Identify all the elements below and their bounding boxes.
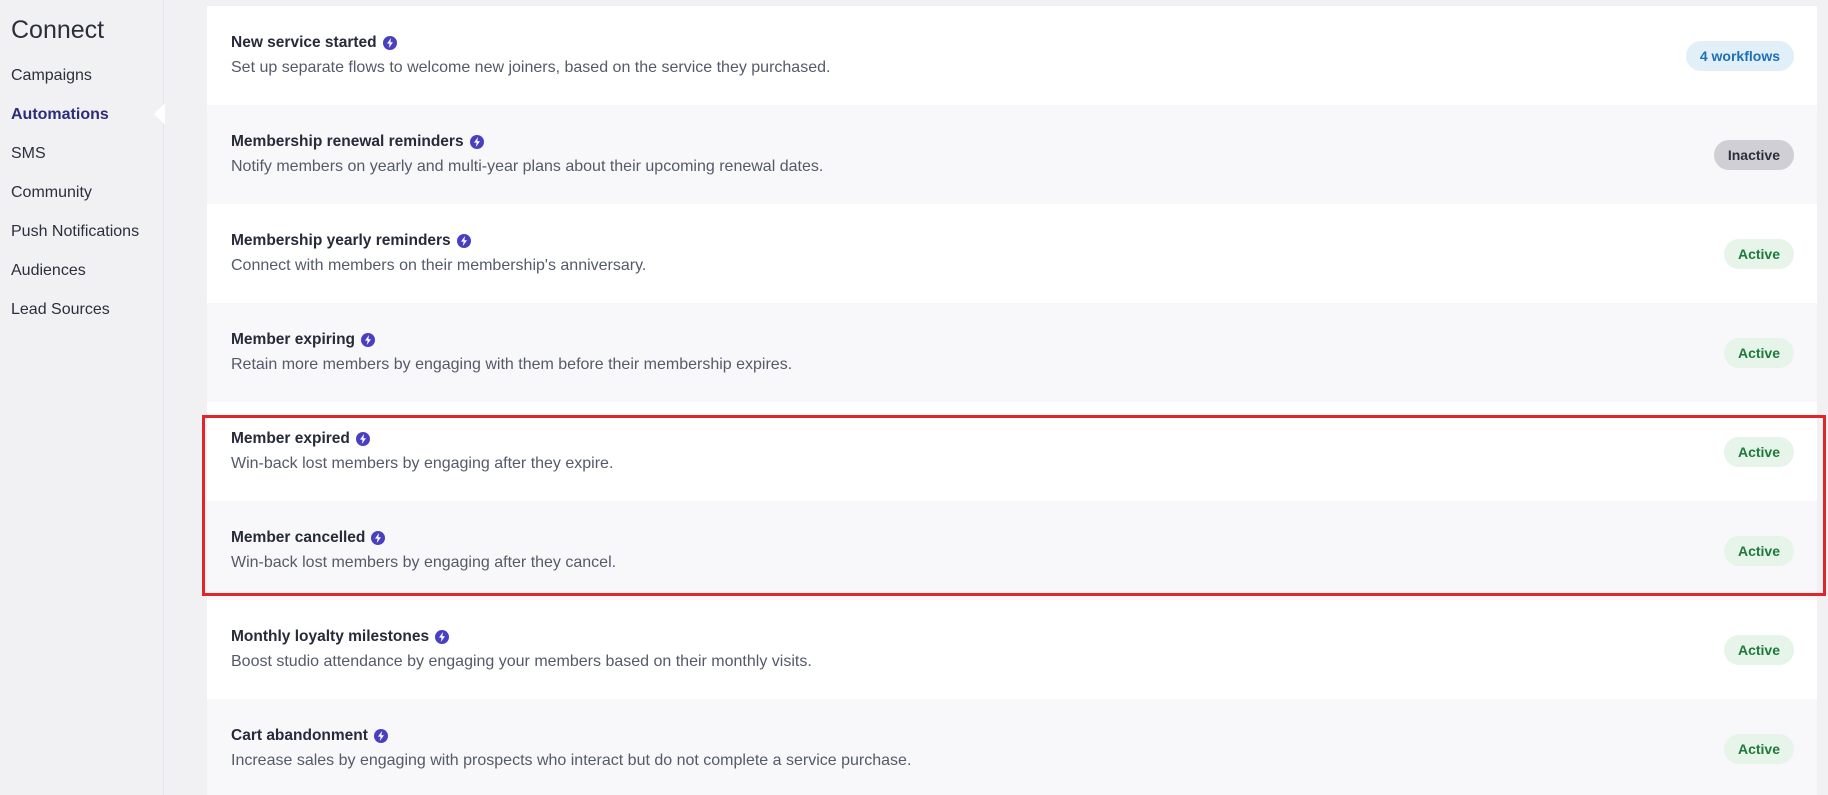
automations-list: New service started Set up separate flow… xyxy=(207,6,1817,795)
automation-title-text: Membership renewal reminders xyxy=(231,133,464,150)
automation-title-text: Cart abandonment xyxy=(231,727,368,744)
automation-row[interactable]: Member cancelled Win-back lost members b… xyxy=(207,501,1817,600)
automation-description: Notify members on yearly and multi-year … xyxy=(231,158,824,175)
automation-row[interactable]: Member expiring Retain more members by e… xyxy=(207,303,1817,402)
sidebar-item-push-notifications[interactable]: Push Notifications xyxy=(0,212,164,251)
status-badge[interactable]: Active xyxy=(1723,239,1794,269)
automation-title[interactable]: Member cancelled xyxy=(231,529,386,547)
automation-title[interactable]: New service started xyxy=(231,34,397,52)
lightning-bolt-icon xyxy=(435,630,450,644)
sidebar-title: Connect xyxy=(11,16,105,44)
sidebar-item-lead-sources[interactable]: Lead Sources xyxy=(0,290,164,329)
automation-description: Win-back lost members by engaging after … xyxy=(231,554,617,571)
automation-title-text: Membership yearly reminders xyxy=(231,232,451,249)
automation-title-text: Member cancelled xyxy=(231,529,366,546)
status-badge[interactable]: Inactive xyxy=(1713,140,1794,170)
automation-row[interactable]: Membership yearly reminders Connect with… xyxy=(207,204,1817,303)
status-badge[interactable]: Active xyxy=(1723,635,1794,665)
workflows-badge[interactable]: 4 workflows xyxy=(1685,41,1794,71)
automation-description: Retain more members by engaging with the… xyxy=(231,356,793,373)
lightning-bolt-icon xyxy=(469,135,484,149)
automation-title[interactable]: Cart abandonment xyxy=(231,727,388,745)
sidebar-item-audiences[interactable]: Audiences xyxy=(0,251,164,290)
status-badge[interactable]: Active xyxy=(1723,734,1794,764)
status-badge[interactable]: Active xyxy=(1723,437,1794,467)
lightning-bolt-icon xyxy=(373,729,388,743)
status-badge[interactable]: Active xyxy=(1723,338,1794,368)
sidebar-nav: Campaigns Automations SMS Community Push… xyxy=(0,56,165,329)
automation-description: Win-back lost members by engaging after … xyxy=(231,455,614,472)
sidebar-item-sms[interactable]: SMS xyxy=(0,134,164,173)
sidebar-item-community[interactable]: Community xyxy=(0,173,164,212)
sidebar-item-campaigns[interactable]: Campaigns xyxy=(0,56,164,95)
automation-row[interactable]: Member expired Win-back lost members by … xyxy=(207,402,1817,501)
automation-row[interactable]: Cart abandonment Increase sales by engag… xyxy=(207,699,1817,795)
automation-title-text: Member expiring xyxy=(231,331,356,348)
automation-description: Boost studio attendance by engaging your… xyxy=(231,653,812,670)
app-window: Connect Campaigns Automations SMS Commun… xyxy=(0,0,1828,795)
lightning-bolt-icon xyxy=(456,234,471,248)
automation-title-text: Monthly loyalty milestones xyxy=(231,628,430,645)
automation-title[interactable]: Monthly loyalty milestones xyxy=(231,628,450,646)
automation-row[interactable]: Membership renewal reminders Notify memb… xyxy=(207,105,1817,204)
automation-title[interactable]: Member expired xyxy=(231,430,370,448)
sidebar-item-automations[interactable]: Automations xyxy=(0,95,165,134)
status-badge[interactable]: Active xyxy=(1723,536,1794,566)
automation-description: Set up separate flows to welcome new joi… xyxy=(231,59,831,76)
automation-title-text: Member expired xyxy=(231,430,350,447)
automation-title[interactable]: Membership renewal reminders xyxy=(231,133,484,151)
sidebar: Connect Campaigns Automations SMS Commun… xyxy=(0,0,165,795)
automation-title-text: New service started xyxy=(231,34,377,51)
automation-description: Connect with members on their membership… xyxy=(231,257,647,274)
automation-title[interactable]: Member expiring xyxy=(231,331,376,349)
lightning-bolt-icon xyxy=(382,36,397,50)
lightning-bolt-icon xyxy=(361,333,376,347)
lightning-bolt-icon xyxy=(371,531,386,545)
lightning-bolt-icon xyxy=(355,432,370,446)
automation-description: Increase sales by engaging with prospect… xyxy=(231,752,912,769)
automation-row[interactable]: New service started Set up separate flow… xyxy=(207,6,1817,105)
automation-row[interactable]: Monthly loyalty milestones Boost studio … xyxy=(207,600,1817,699)
automation-title[interactable]: Membership yearly reminders xyxy=(231,232,471,250)
